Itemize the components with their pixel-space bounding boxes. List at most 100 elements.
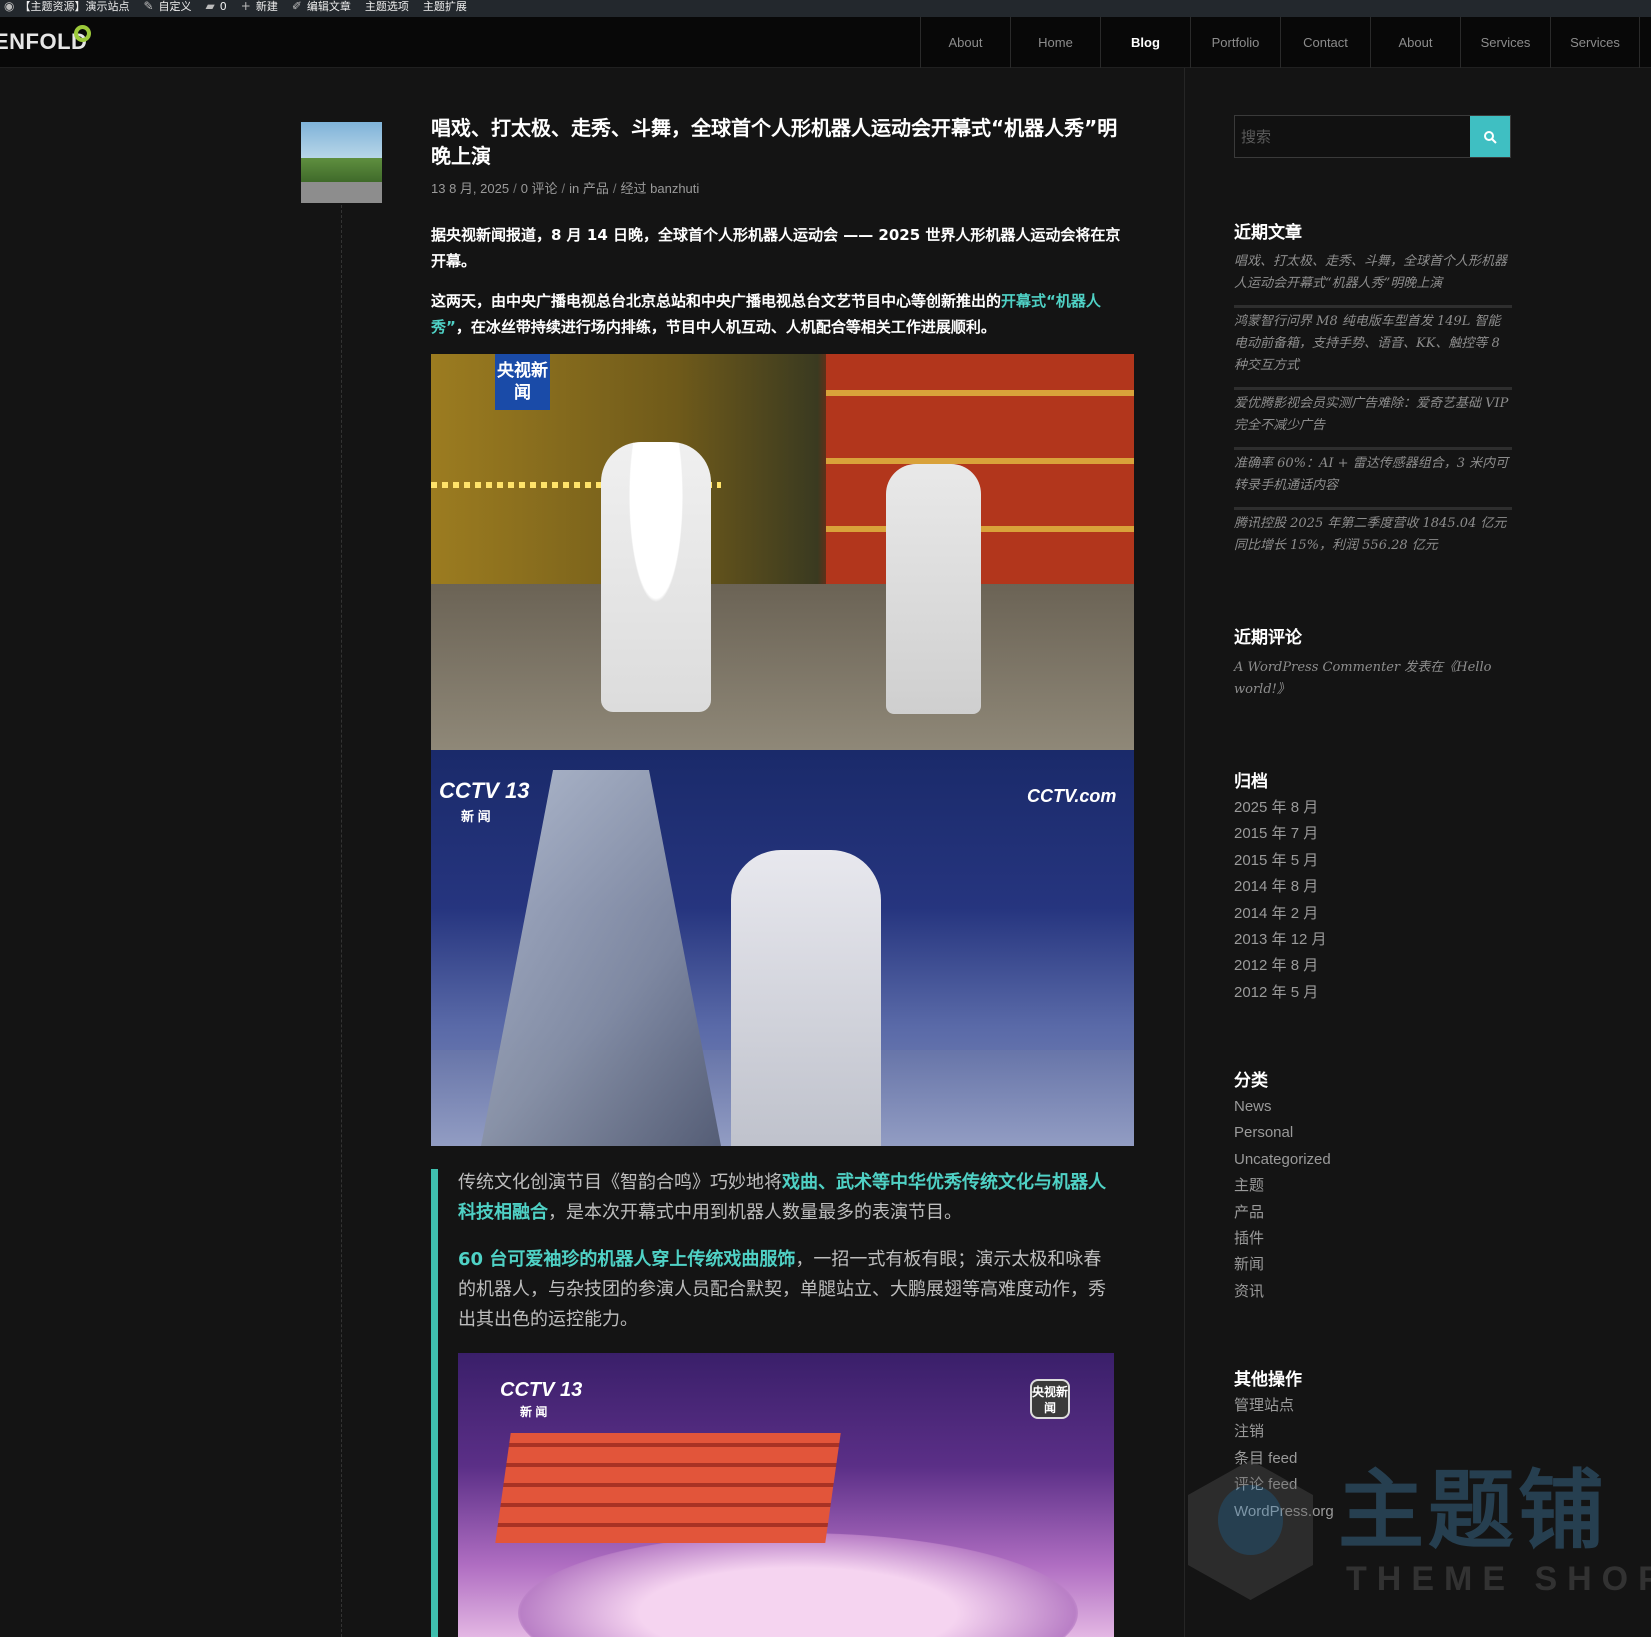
- post-category-link[interactable]: in 产品: [569, 181, 609, 196]
- post-paragraph-1: 据央视新闻报道，8 月 14 日晚，全球首个人形机器人运动会 —— 2025 世…: [431, 226, 1121, 270]
- thumbnail-land: [301, 158, 382, 182]
- recent-post-link[interactable]: 爱优腾影视会员实测广告难除：爱奇艺基础 VIP 完全不减少广告: [1234, 393, 1512, 450]
- brush-icon: ✎: [143, 0, 154, 13]
- comment-icon: ▰: [205, 0, 215, 13]
- nav-item-about-2[interactable]: About: [1370, 17, 1460, 68]
- sidebar-divider: [1184, 68, 1185, 1637]
- wordpress-icon: ◉: [4, 0, 15, 13]
- admin-edit-post-link[interactable]: ✐ 编辑文章: [292, 0, 351, 14]
- archives-title: 归档: [1234, 772, 1268, 792]
- watermark-main-text: 主题铺: [1338, 1461, 1608, 1561]
- admin-new-link[interactable]: + 新建: [241, 0, 278, 14]
- image-performer: [886, 464, 981, 714]
- category-link[interactable]: 新闻: [1234, 1252, 1331, 1278]
- search-input[interactable]: [1235, 116, 1470, 157]
- admin-theme-options-link[interactable]: 主题选项: [365, 0, 409, 14]
- meta-link-comments-feed[interactable]: 评论 feed: [1234, 1472, 1334, 1498]
- thumbnail-bottom: [301, 182, 382, 203]
- cctv13-logo: CCTV 13: [500, 1379, 583, 1401]
- post-paragraph-2: 这两天，由中央广播电视总台北京总站和中央广播电视总台文艺节目中心等创新推出的开幕…: [431, 288, 1135, 340]
- meta-link-admin[interactable]: 管理站点: [1234, 1393, 1334, 1419]
- recent-posts-title: 近期文章: [1234, 223, 1302, 243]
- archive-link[interactable]: 2015 年 5 月: [1234, 848, 1327, 874]
- image-robot: [601, 442, 711, 712]
- meta-link-logout[interactable]: 注销: [1234, 1419, 1334, 1445]
- category-link[interactable]: Uncategorized: [1234, 1147, 1331, 1173]
- search-form: [1234, 115, 1511, 158]
- thumbnail-sky: [301, 122, 382, 158]
- nav-item-about[interactable]: About: [920, 17, 1010, 68]
- post-image-panda-robot: 央视新闻: [431, 354, 1134, 750]
- site-header: ENFOLD About Home Blog Portfolio Contact…: [0, 17, 1651, 68]
- nav-item-blog[interactable]: Blog: [1100, 17, 1190, 68]
- admin-theme-extensions-link[interactable]: 主题扩展: [423, 0, 467, 14]
- recent-comment-link[interactable]: A WordPress Commenter 发表在《Hello world!》: [1234, 657, 1512, 701]
- search-button[interactable]: [1470, 116, 1510, 157]
- paragraph-text: ，在冰丝带持续进行场内排练，节目中人机互动、人机配合等相关工作进展顺利。: [455, 318, 996, 336]
- image-robot-arm: [481, 770, 721, 1146]
- recent-comments-title: 近期评论: [1234, 628, 1302, 648]
- meta-link-entries-feed[interactable]: 条目 feed: [1234, 1446, 1334, 1472]
- category-link[interactable]: 产品: [1234, 1200, 1331, 1226]
- post-comments-link[interactable]: 0 评论: [521, 181, 558, 196]
- admin-comments-link[interactable]: ▰ 0: [206, 0, 227, 13]
- blockquote-paragraph-2: 60 台可爱袖珍的机器人穿上传统戏曲服饰，一招一式有板有眼；演示太极和咏春的机器…: [458, 1245, 1118, 1335]
- blockquote-paragraph-1: 传统文化创演节目《智韵合鸣》巧妙地将戏曲、武术等中华优秀传统文化与机器人科技相融…: [458, 1168, 1118, 1228]
- categories-title: 分类: [1234, 1071, 1268, 1091]
- archive-link[interactable]: 2015 年 7 月: [1234, 821, 1327, 847]
- category-link[interactable]: 插件: [1234, 1226, 1331, 1252]
- cctv13-logo-sub: 新 闻: [520, 1405, 548, 1419]
- meta-separator: /: [612, 181, 617, 196]
- archive-link[interactable]: 2012 年 5 月: [1234, 980, 1327, 1006]
- post-image-singer-robots: CCTV 13 新 闻 CCTV.com: [431, 750, 1134, 1146]
- image-singer: [731, 850, 881, 1146]
- post-date: 13 8 月, 2025: [431, 181, 510, 196]
- cctv-news-badge: 央视新闻: [495, 354, 550, 410]
- nav-item-home[interactable]: Home: [1010, 17, 1100, 68]
- post-title[interactable]: 唱戏、打太极、走秀、斗舞，全球首个人形机器人运动会开幕式“机器人秀”明晚上演: [431, 114, 1131, 170]
- admin-site-link[interactable]: ◉ 【主题资源】演示站点: [4, 0, 129, 14]
- search-icon: [1484, 130, 1497, 144]
- meta-title: 其他操作: [1234, 1370, 1302, 1390]
- archive-link[interactable]: 2025 年 8 月: [1234, 795, 1327, 821]
- meta-separator: /: [513, 181, 517, 196]
- recent-post-link[interactable]: 唱戏、打太极、走秀、斗舞，全球首个人形机器人运动会开幕式“机器人秀”明晚上演: [1234, 251, 1512, 308]
- nav-item-portfolio[interactable]: Portfolio: [1190, 17, 1280, 68]
- category-link[interactable]: 主题: [1234, 1173, 1331, 1199]
- category-link[interactable]: News: [1234, 1094, 1331, 1120]
- plus-icon: +: [240, 0, 251, 13]
- post-image-opera-robots: CCTV 13 新 闻 央视新闻: [458, 1353, 1114, 1637]
- recent-post-link[interactable]: 准确率 60%：AI + 雷达传感器组合，3 米内可转录手机通话内容: [1234, 453, 1512, 510]
- cctv13-logo: CCTV 13: [439, 778, 530, 803]
- admin-bar: ◉ 【主题资源】演示站点 ✎ 自定义 ▰ 0 + 新建 ✐ 编辑文章 主题选项 主题扩展: [0, 0, 1651, 17]
- post-meta: 13 8 月, 2025/0 评论 / in 产品 / 经过 banzhuti: [431, 178, 699, 197]
- image-floor: [431, 584, 1134, 750]
- nav-item-contact[interactable]: Contact: [1280, 17, 1370, 68]
- image-stage-ring: [518, 1533, 1078, 1637]
- archive-link[interactable]: 2014 年 2 月: [1234, 901, 1327, 927]
- image-bleachers: [495, 1433, 841, 1543]
- paragraph-text: 这两天，由中央广播电视总台北京总站和中央广播电视总台文艺节目中心等创新推出的: [431, 292, 1002, 310]
- recent-post-link[interactable]: 腾讯控股 2025 年第二季度营收 1845.04 亿元 同比增长 15%，利润…: [1234, 513, 1512, 567]
- archive-link[interactable]: 2014 年 8 月: [1234, 874, 1327, 900]
- archive-link[interactable]: 2013 年 12 月: [1234, 927, 1327, 953]
- meta-separator: /: [561, 181, 566, 196]
- blockquote-bar: [431, 1169, 438, 1637]
- nav-item-services[interactable]: Services: [1460, 17, 1550, 68]
- meta-links-list: 管理站点 注销 条目 feed 评论 feed WordPress.org: [1234, 1393, 1334, 1525]
- categories-list: News Personal Uncategorized 主题 产品 插件 新闻 …: [1234, 1094, 1331, 1305]
- meta-link-wordpress-org[interactable]: WordPress.org: [1234, 1499, 1334, 1525]
- logo-ring-icon: [74, 25, 91, 42]
- category-link[interactable]: Personal: [1234, 1120, 1331, 1146]
- quote-text: 传统文化创演节目《智韵合鸣》巧妙地将: [458, 1172, 782, 1193]
- archives-list: 2025 年 8 月 2015 年 7 月 2015 年 5 月 2014 年 …: [1234, 795, 1327, 1006]
- nav-item-services-2[interactable]: Services: [1550, 17, 1640, 68]
- admin-customize-link[interactable]: ✎ 自定义: [143, 0, 191, 14]
- category-link[interactable]: 资讯: [1234, 1279, 1331, 1305]
- cctv-com-logo: CCTV.com: [1027, 786, 1117, 806]
- archive-link[interactable]: 2012 年 8 月: [1234, 953, 1327, 979]
- watermark-sub-text: THEME SHOP: [1346, 1560, 1651, 1598]
- post-author-link[interactable]: 经过 banzhuti: [621, 181, 700, 196]
- post-thumbnail[interactable]: [301, 122, 382, 203]
- recent-post-link[interactable]: 鸿蒙智行问界 M8 纯电版车型首发 149L 智能电动前备箱，支持手势、语音、K…: [1234, 311, 1512, 390]
